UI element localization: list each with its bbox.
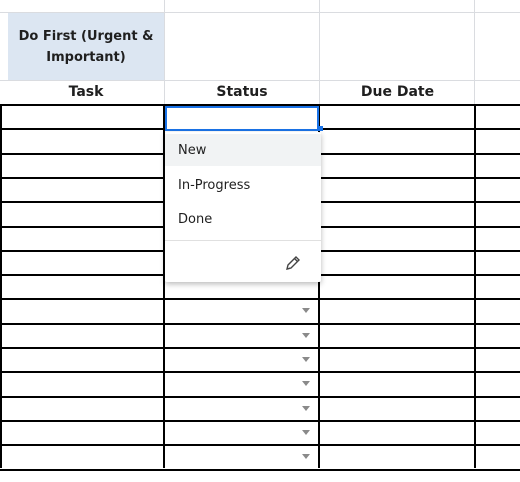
table-row-border <box>0 298 520 300</box>
dropdown-option-in-progress[interactable]: In-Progress <box>165 169 321 201</box>
column-header-status[interactable]: Status <box>164 80 320 104</box>
table-row-border <box>0 444 520 446</box>
table-row-border <box>0 469 520 471</box>
dropdown-caret-icon[interactable] <box>302 333 310 338</box>
fill-handle[interactable] <box>318 126 323 131</box>
column-header-task[interactable]: Task <box>8 80 164 104</box>
table-row-border <box>0 323 520 325</box>
dropdown-option-done[interactable]: Done <box>165 203 321 235</box>
table-row-border <box>0 420 520 422</box>
pencil-icon[interactable] <box>283 253 303 273</box>
table-border <box>0 104 2 468</box>
status-cell-input[interactable] <box>171 109 315 130</box>
status-cell-editor[interactable] <box>165 106 319 131</box>
dropdown-caret-icon[interactable] <box>302 308 310 313</box>
dropdown-caret-icon[interactable] <box>302 381 310 386</box>
table-row-border <box>0 371 520 373</box>
dropdown-caret-icon[interactable] <box>302 454 310 459</box>
empty-header-cell[interactable] <box>165 13 319 80</box>
dropdown-caret-icon[interactable] <box>302 430 310 435</box>
menu-separator <box>165 240 321 241</box>
dropdown-caret-icon[interactable] <box>302 357 310 362</box>
column-header-strip <box>0 0 520 13</box>
dropdown-option-new[interactable]: New <box>165 134 321 166</box>
status-dropdown-menu: New In-Progress Done <box>165 132 321 282</box>
quadrant-title-cell[interactable]: Do First (Urgent & Important) <box>8 13 164 80</box>
dropdown-caret-icon[interactable] <box>302 406 310 411</box>
quadrant-title: Do First (Urgent & Important) <box>18 28 154 65</box>
table-border <box>474 104 476 468</box>
column-header-due-date[interactable]: Due Date <box>320 80 475 104</box>
table-row-border <box>0 347 520 349</box>
table-row-border <box>0 396 520 398</box>
